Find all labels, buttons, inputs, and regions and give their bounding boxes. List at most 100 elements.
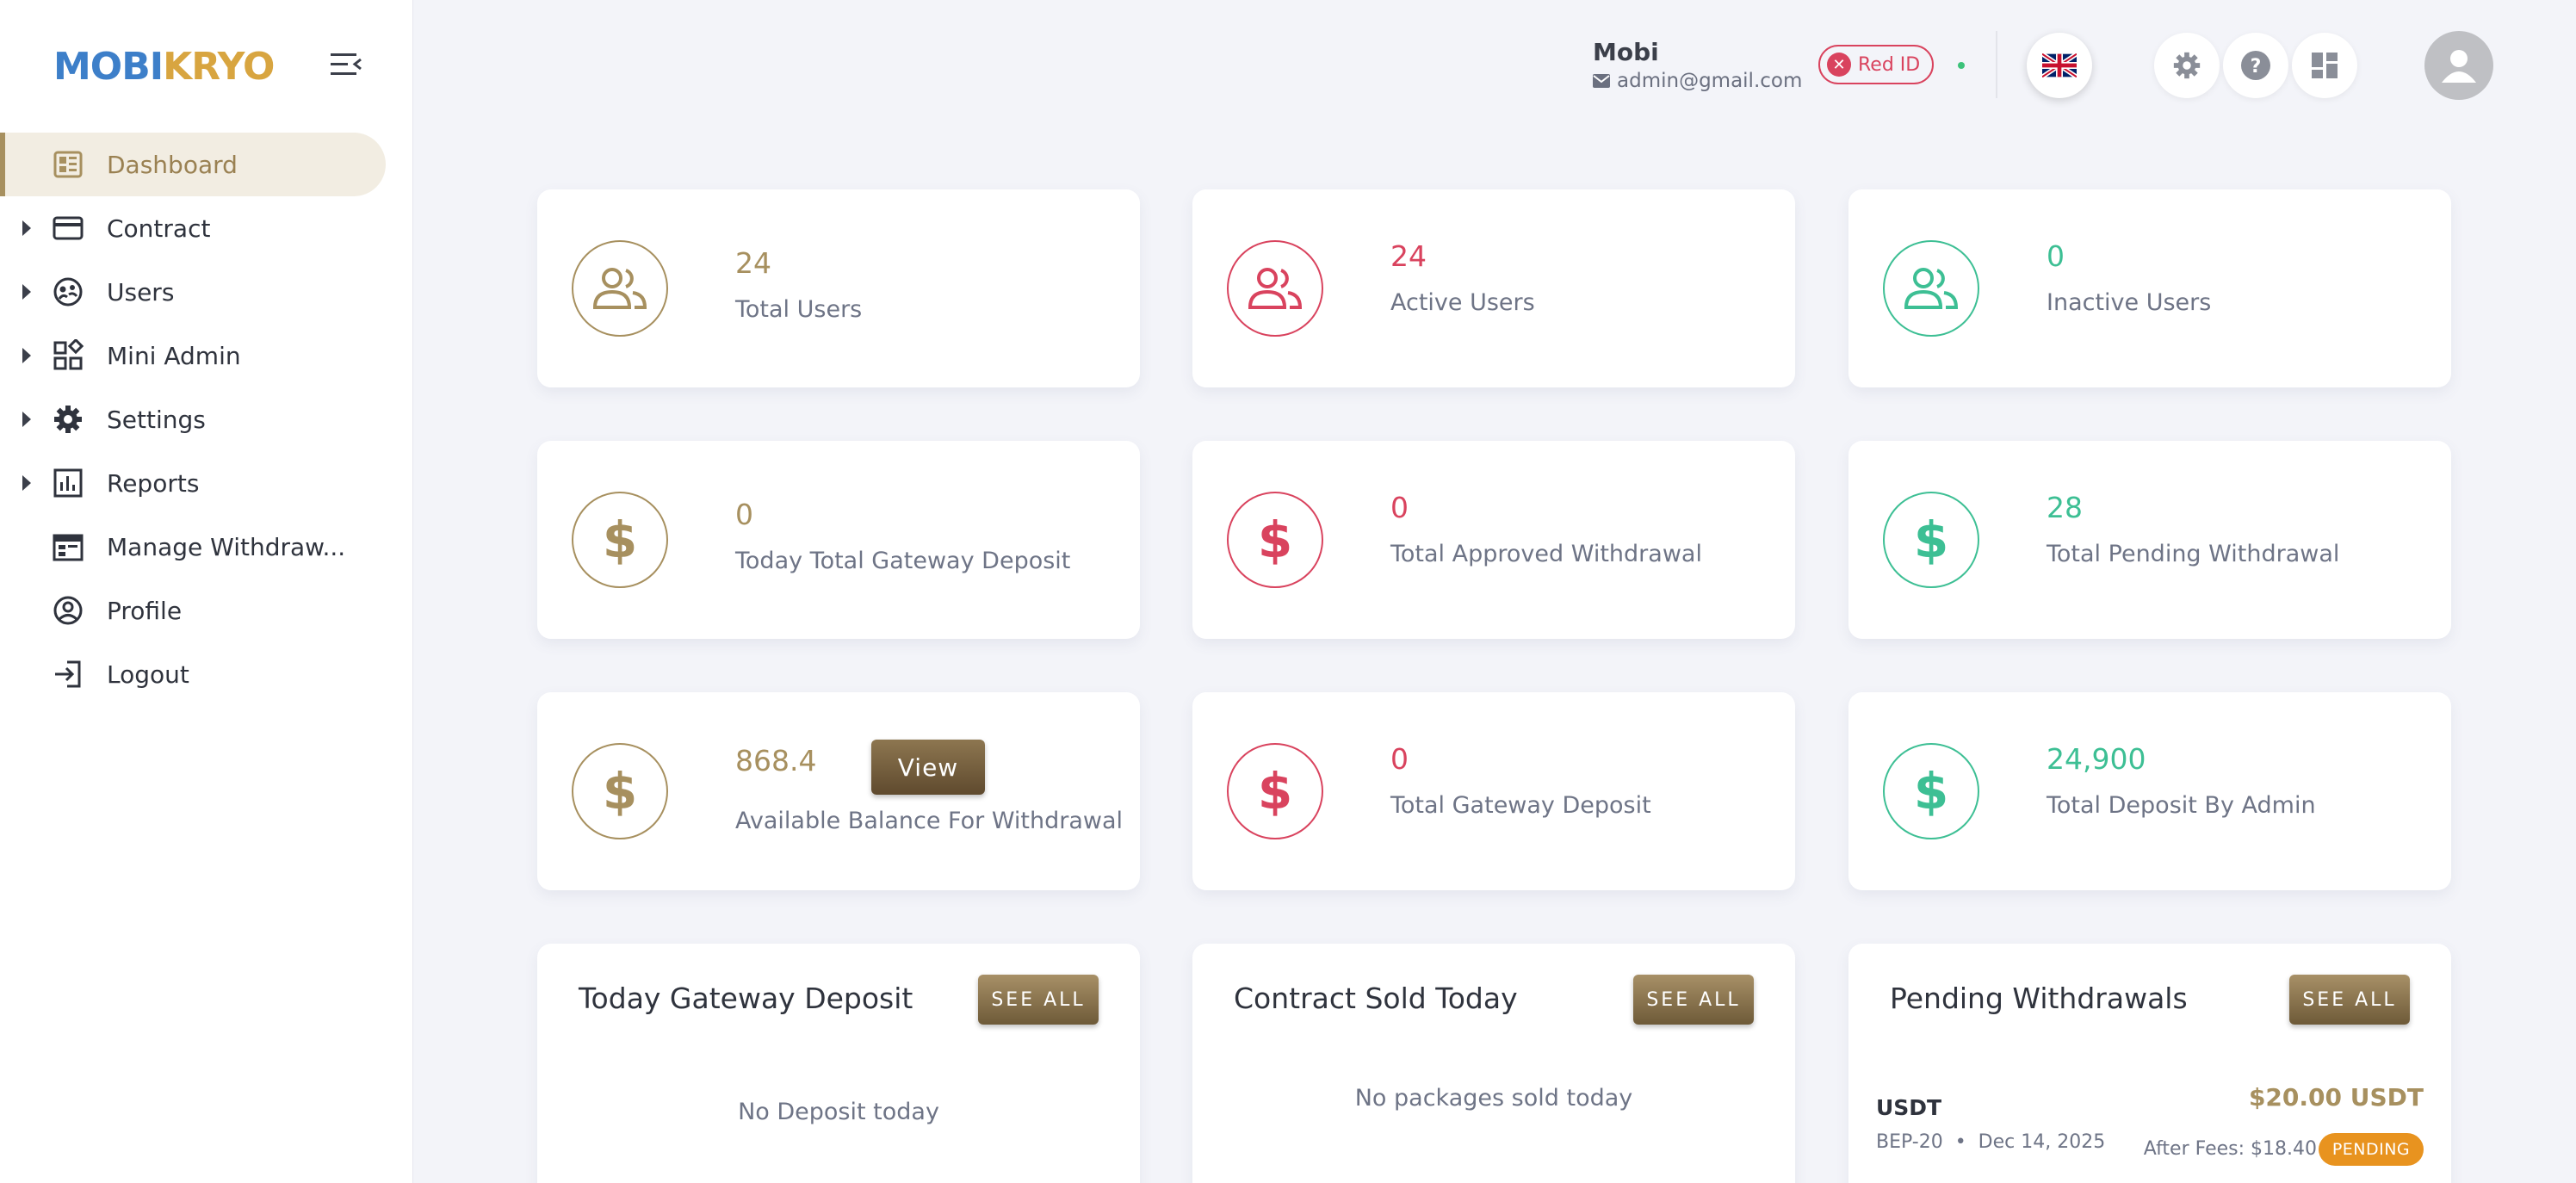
panel-pending-withdrawals: Pending Withdrawals SEE ALL USDT BEP-20 … [1848,944,2451,1183]
users-icon [1227,240,1323,337]
sidebar-item-label: Mini Admin [107,341,241,370]
users-icon [572,240,668,337]
stat-value: 0 [2047,239,2065,273]
stat-label: Total Deposit By Admin [2047,792,2316,819]
stat-label: Total Pending Withdrawal [2047,541,2340,567]
panel-title: Today Gateway Deposit [579,982,913,1015]
dollar-icon: $ [1883,492,1979,588]
profile-icon [52,594,84,627]
user-email: admin@gmail.com [1617,70,1803,92]
logo-part-1: MOBI [53,45,164,89]
help-button[interactable]: ? [2223,33,2288,98]
dollar-icon: $ [1883,743,1979,839]
panel-title: Pending Withdrawals [1890,982,2188,1015]
sidebar-item-profile[interactable]: Profile [0,579,413,642]
language-selector[interactable] [2027,33,2092,98]
stat-label: Available Balance For Withdrawal [735,808,1124,834]
stat-value: 0 [735,498,753,531]
stat-value: 24,900 [2047,742,2146,776]
see-all-button[interactable]: SEE ALL [1633,975,1754,1025]
chart-icon [52,467,84,499]
sidebar-item-reports[interactable]: Reports [0,451,413,515]
stat-card-deposit-by-admin: $ 24,900 Total Deposit By Admin [1848,692,2451,890]
sidebar-item-label: Dashboard [107,150,238,179]
red-id-label: Red ID [1858,53,1921,76]
stat-card-active-users: 24 Active Users [1192,189,1795,387]
stat-label: Total Gateway Deposit [1390,792,1651,819]
sidebar-item-label: Manage Withdraw... [107,532,346,561]
sidebar: MOBIKRYO Dashboard Contract Users Mini A… [0,0,413,1183]
withdrawal-currency: USDT [1876,1095,1942,1120]
sidebar-item-logout[interactable]: Logout [0,642,413,706]
empty-message: No Deposit today [738,1099,939,1125]
stat-card-total-users: 24 Total Users [537,189,1140,387]
caret-right-icon [22,412,31,427]
view-balance-button[interactable]: View [871,740,985,795]
stat-card-today-gateway-deposit: $ 0 Today Total Gateway Deposit [537,441,1140,639]
grid-icon [52,338,84,372]
stat-card-approved-withdrawal: $ 0 Total Approved Withdrawal [1192,441,1795,639]
stat-card-available-balance: $ 868.4 View Available Balance For Withd… [537,692,1140,890]
see-all-button[interactable]: SEE ALL [2289,975,2410,1025]
sidebar-item-manage-withdraw[interactable]: Manage Withdraw... [0,515,413,579]
withdrawal-amount: $20.00 USDT [2248,1083,2424,1112]
red-id-badge[interactable]: ✕ Red ID [1818,45,1934,84]
caret-right-icon [22,475,31,491]
logout-icon [52,658,84,691]
stat-value: 28 [2047,491,2083,524]
see-all-button[interactable]: SEE ALL [978,975,1099,1025]
stat-value: 868.4 [735,744,817,777]
apps-button[interactable] [2292,33,2357,98]
dollar-icon: $ [572,743,668,839]
header-user-info: Mobi admin@gmail.com [1593,38,1802,92]
stat-card-inactive-users: 0 Inactive Users [1848,189,2451,387]
sidebar-item-label: Logout [107,660,189,689]
stat-label: Active Users [1390,289,1535,316]
settings-button[interactable] [2154,33,2220,98]
stat-label: Today Total Gateway Deposit [735,548,1071,574]
menu-collapse-icon[interactable] [329,50,363,79]
panel-title: Contract Sold Today [1234,982,1518,1015]
sidebar-item-dashboard[interactable]: Dashboard [0,133,386,196]
sidebar-nav: Dashboard Contract Users Mini Admin Sett… [0,133,413,706]
stat-label: Total Approved Withdrawal [1390,541,1702,567]
user-name: Mobi [1593,38,1659,66]
users-icon [1883,240,1979,337]
panel-today-gateway-deposit: Today Gateway Deposit SEE ALL No Deposit… [537,944,1140,1183]
stat-card-pending-withdrawal: $ 28 Total Pending Withdrawal [1848,441,2451,639]
stat-value: 24 [1390,239,1427,273]
stat-card-gateway-deposit: $ 0 Total Gateway Deposit [1192,692,1795,890]
stat-label: Total Users [735,296,863,323]
dashboard-grid-icon [2312,53,2338,78]
sidebar-item-label: Users [107,277,175,307]
withdrawal-after-fees: After Fees: $18.40 [2143,1138,2317,1160]
dollar-icon: $ [1227,492,1323,588]
svg-text:?: ? [2251,56,2262,77]
sidebar-item-settings[interactable]: Settings [0,387,413,451]
user-avatar-icon [2442,50,2476,83]
empty-message: No packages sold today [1354,1085,1633,1112]
users-icon [52,276,84,308]
sidebar-item-users[interactable]: Users [0,260,413,324]
avatar[interactable] [2424,31,2493,100]
caret-right-icon [22,220,31,236]
stat-value: 0 [1390,742,1409,776]
withdrawal-network: BEP-20 [1876,1131,1943,1153]
mail-icon [1593,74,1610,88]
stat-value: 0 [1390,491,1409,524]
withdrawal-date: Dec 14, 2025 [1978,1131,2106,1153]
sidebar-item-contract[interactable]: Contract [0,196,413,260]
gear-icon [2173,52,2201,79]
card-icon [52,212,84,245]
sidebar-item-mini-admin[interactable]: Mini Admin [0,324,413,387]
withdrawal-meta: BEP-20 • Dec 14, 2025 [1876,1131,2106,1153]
sidebar-item-label: Contract [107,214,211,243]
brand-logo[interactable]: MOBIKRYO [53,45,275,89]
dollar-icon: $ [572,492,668,588]
caret-right-icon [22,284,31,300]
panel-contract-sold-today: Contract Sold Today SEE ALL No packages … [1192,944,1795,1183]
gear-icon [52,403,84,436]
sidebar-item-label: Settings [107,405,206,434]
stat-value: 24 [735,246,771,280]
logo-part-2: KRYO [163,45,275,89]
